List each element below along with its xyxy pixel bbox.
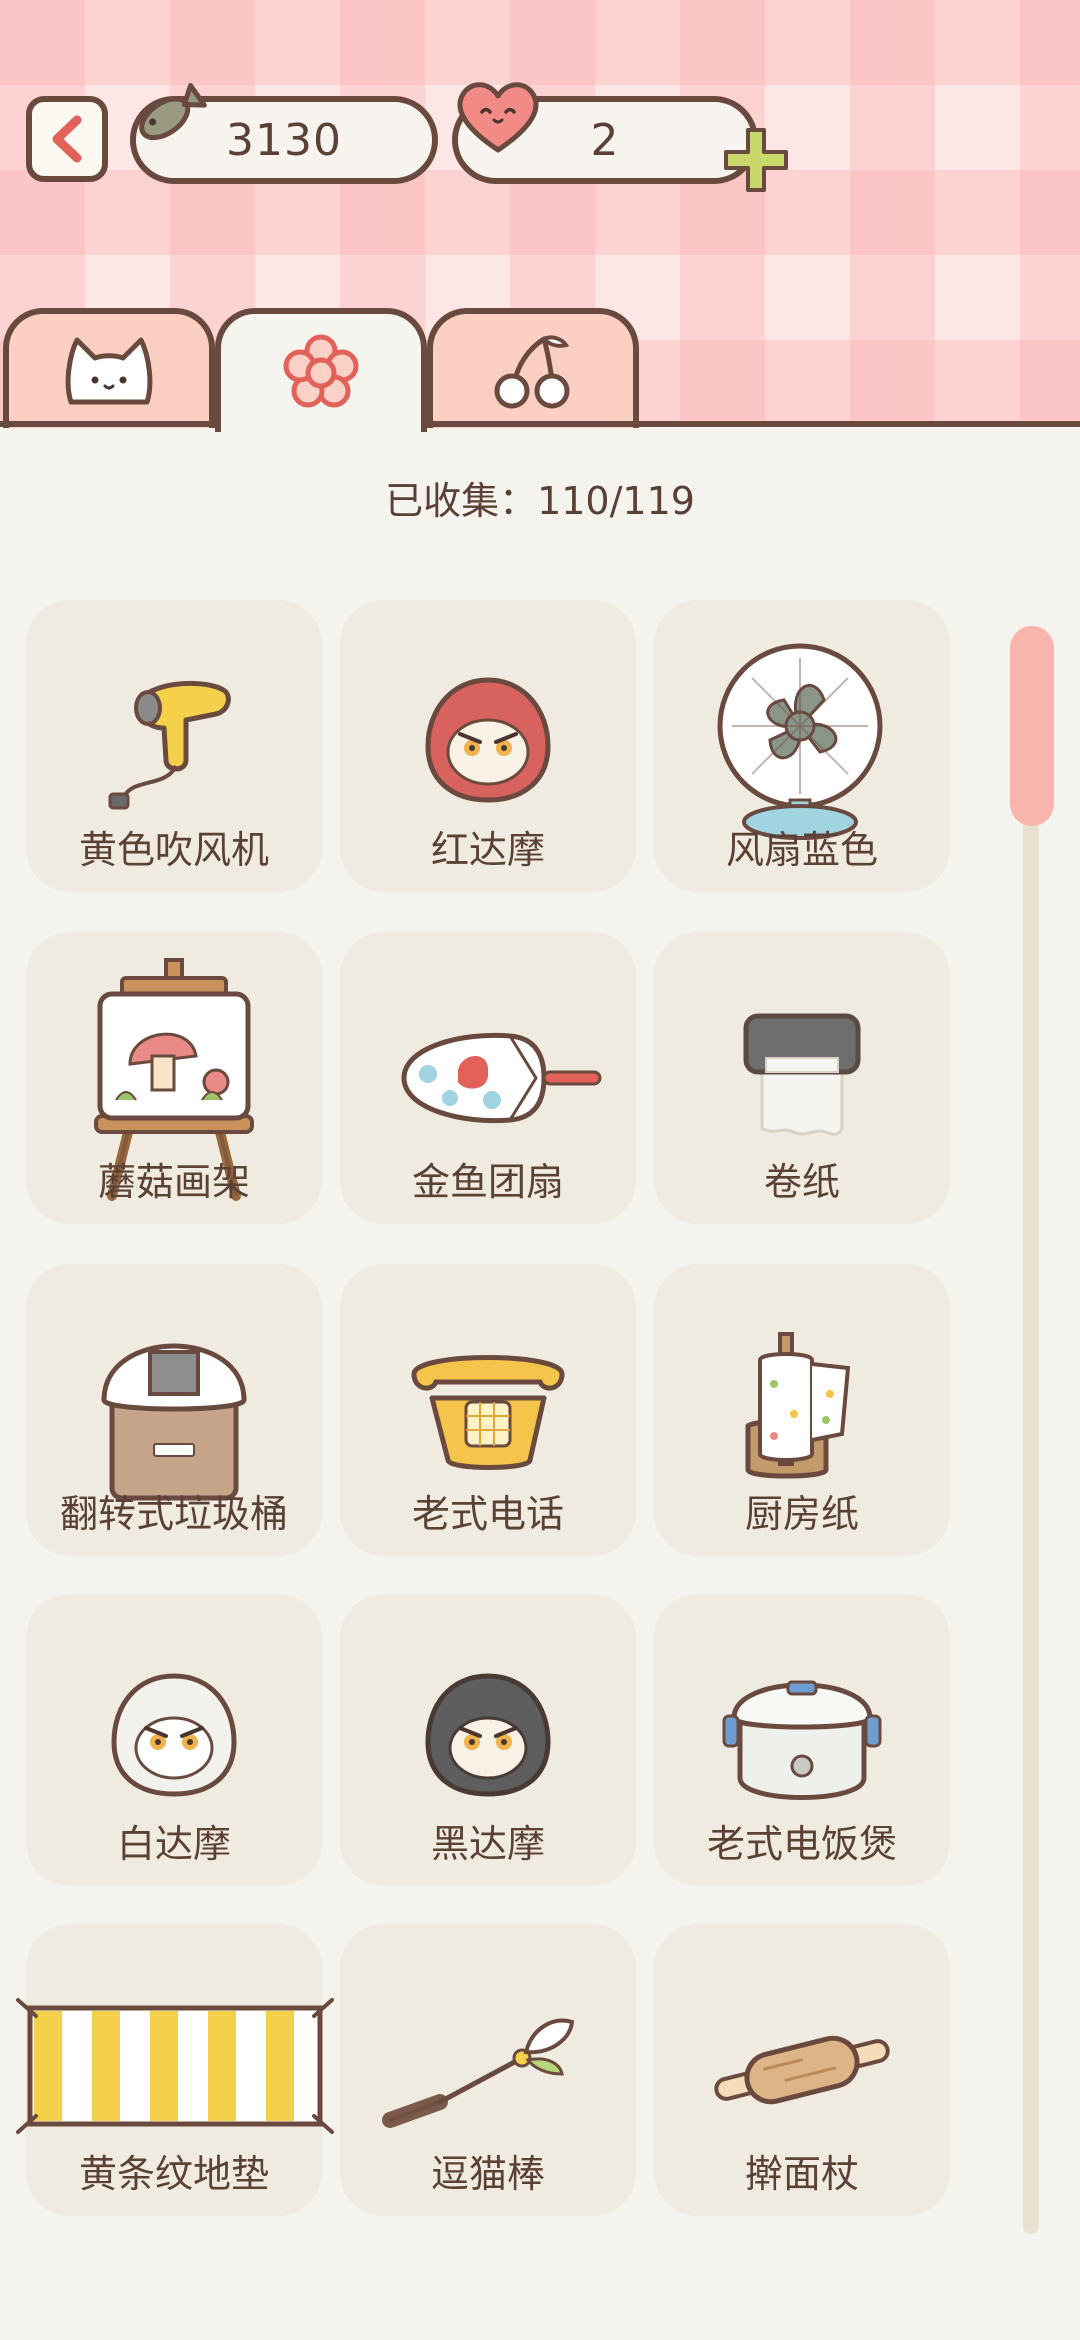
item-card-black-daruma[interactable]: 黑达摩 (340, 1594, 636, 1886)
item-label: 黑达摩 (430, 1822, 545, 1866)
item-label: 老式电饭煲 (706, 1822, 897, 1866)
item-label: 白达摩 (116, 1822, 231, 1866)
heart-icon (457, 82, 539, 153)
tab-furniture[interactable] (215, 308, 427, 432)
item-label: 卷纸 (763, 1160, 840, 1204)
item-label: 红达摩 (430, 828, 545, 872)
fish-icon (139, 83, 207, 141)
scrollbar-track[interactable] (1023, 630, 1039, 2234)
item-label: 黄色吹风机 (78, 828, 269, 872)
item-card-red-daruma[interactable]: 红达摩 (340, 600, 636, 892)
item-card-white-daruma[interactable]: 白达摩 (26, 1594, 322, 1886)
item-label: 逗猫棒 (430, 2152, 545, 2196)
item-label: 金鱼团扇 (411, 1160, 564, 1204)
item-card-kitchen-paper[interactable]: 厨房纸 (654, 1264, 950, 1556)
flower-icon (283, 334, 359, 408)
item-card-trash-bin[interactable]: 翻转式垃圾桶 (26, 1264, 322, 1556)
item-label: 黄条纹地垫 (78, 2152, 269, 2196)
item-label: 老式电话 (411, 1492, 564, 1536)
item-card-old-phone[interactable]: 老式电话 (340, 1264, 636, 1556)
item-card-blue-fan[interactable]: 风扇蓝色 (654, 600, 950, 892)
tab-divider (0, 421, 1080, 427)
item-label: 蘑菇画架 (97, 1160, 250, 1204)
item-card-rolling-pin[interactable]: 擀面杖 (654, 1924, 950, 2216)
item-card-goldfish-fan[interactable]: 金鱼团扇 (340, 932, 636, 1224)
item-card-mushroom-easel[interactable]: 蘑菇画架 (26, 932, 322, 1224)
fish-count: 3130 (226, 114, 342, 166)
collection-screen: 3130 2 已收集：110/119 黄色吹风机 红达摩 风扇蓝色 蘑菇画架 金… (0, 0, 1080, 2340)
chevron-left-icon (52, 115, 82, 163)
cat-face-icon (65, 337, 153, 405)
back-button[interactable] (26, 96, 108, 182)
plus-icon[interactable] (720, 124, 792, 196)
tab-cats[interactable] (3, 308, 215, 428)
item-card-striped-mat[interactable]: 黄条纹地垫 (16, 1924, 334, 2216)
cherries-icon (494, 335, 570, 409)
collected-count: 已收集：110/119 (385, 479, 695, 523)
item-card-rice-cooker[interactable]: 老式电饭煲 (654, 1594, 950, 1886)
item-label: 风扇蓝色 (725, 828, 878, 872)
tab-food[interactable] (427, 308, 639, 428)
item-card-cat-teaser[interactable]: 逗猫棒 (340, 1924, 636, 2216)
item-label: 擀面杖 (744, 2152, 859, 2196)
scrollbar-thumb[interactable] (1010, 626, 1054, 826)
item-label: 翻转式垃圾桶 (59, 1492, 288, 1536)
item-card-toilet-paper[interactable]: 卷纸 (654, 932, 950, 1224)
item-label: 厨房纸 (744, 1492, 859, 1536)
item-card-hair-dryer[interactable]: 黄色吹风机 (26, 600, 322, 892)
heart-count: 2 (590, 114, 620, 166)
